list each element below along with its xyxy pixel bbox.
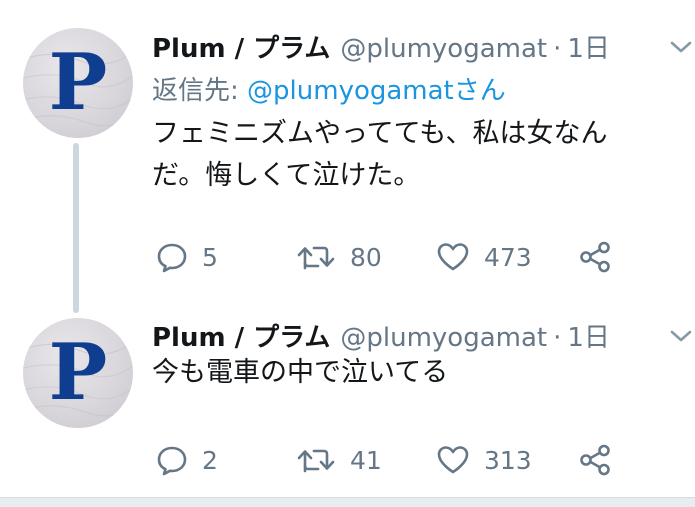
- action-bar: 2 41 313: [0, 440, 695, 480]
- reply-to-prefix: 返信先:: [152, 76, 248, 106]
- retweet-button[interactable]: 41: [296, 440, 382, 480]
- avatar-letter: P: [48, 327, 108, 418]
- timestamp[interactable]: 1日: [567, 28, 610, 65]
- retweet-icon: [297, 449, 335, 473]
- tweet-header: Plum / プラム @plumyogamat · 1日: [152, 317, 610, 354]
- separator-dot: ·: [553, 323, 562, 353]
- display-name[interactable]: Plum / プラム: [152, 28, 330, 65]
- like-count: 313: [484, 445, 532, 475]
- user-handle[interactable]: @plumyogamat: [340, 323, 547, 353]
- retweet-count: 80: [350, 242, 382, 272]
- reply-button[interactable]: 5: [156, 237, 218, 277]
- tweet-text-line: 今も電車の中で泣いてる: [152, 357, 449, 388]
- tweet-text: フェミニズムやってても、私は女なん だ。悔しくて泣けた。: [152, 113, 657, 197]
- tweet-header: Plum / プラム @plumyogamat · 1日: [152, 28, 610, 65]
- chevron-down-icon[interactable]: [668, 38, 694, 56]
- reply-to-mention[interactable]: @plumyogamatさん: [247, 76, 506, 106]
- retweet-button[interactable]: 80: [296, 237, 382, 277]
- tweet-text: 今も電車の中で泣いてる: [152, 352, 657, 394]
- avatar-letter: P: [48, 37, 108, 128]
- display-name[interactable]: Plum / プラム: [152, 317, 330, 354]
- avatar[interactable]: P: [23, 318, 133, 428]
- reply-button[interactable]: 2: [156, 440, 218, 480]
- heart-icon: [437, 446, 469, 474]
- retweet-count: 41: [350, 445, 382, 475]
- comment-icon: [157, 243, 187, 273]
- user-handle[interactable]: @plumyogamat: [340, 34, 547, 64]
- reply-count: 5: [202, 242, 218, 272]
- retweet-icon: [297, 246, 335, 270]
- separator-dot: ·: [553, 34, 562, 64]
- share-icon: [580, 241, 610, 273]
- like-button[interactable]: 473: [436, 237, 532, 277]
- tweet-2[interactable]: P Plum / プラム @plumyogamat · 1日 今も電車の中で泣い…: [0, 300, 695, 500]
- reply-to-line: 返信先: @plumyogamatさん: [152, 70, 506, 107]
- tweet-text-line: フェミニズムやってても、私は女なん: [152, 118, 608, 149]
- timeline-divider: [0, 497, 695, 507]
- chevron-down-icon[interactable]: [668, 327, 694, 345]
- timestamp[interactable]: 1日: [567, 317, 610, 354]
- tweet-thread: P Plum / プラム @plumyogamat · 1日 返信先: @plu…: [0, 0, 695, 507]
- share-button[interactable]: [578, 440, 612, 480]
- tweet-text-line: だ。悔しくて泣けた。: [152, 160, 421, 191]
- comment-icon: [157, 446, 187, 476]
- like-button[interactable]: 313: [436, 440, 532, 480]
- like-count: 473: [484, 242, 532, 272]
- share-button[interactable]: [578, 237, 612, 277]
- action-bar: 5 80 473: [0, 237, 695, 277]
- reply-count: 2: [202, 445, 218, 475]
- avatar[interactable]: P: [23, 28, 133, 138]
- tweet-1[interactable]: P Plum / プラム @plumyogamat · 1日 返信先: @plu…: [0, 0, 695, 300]
- share-icon: [580, 444, 610, 476]
- heart-icon: [437, 243, 469, 271]
